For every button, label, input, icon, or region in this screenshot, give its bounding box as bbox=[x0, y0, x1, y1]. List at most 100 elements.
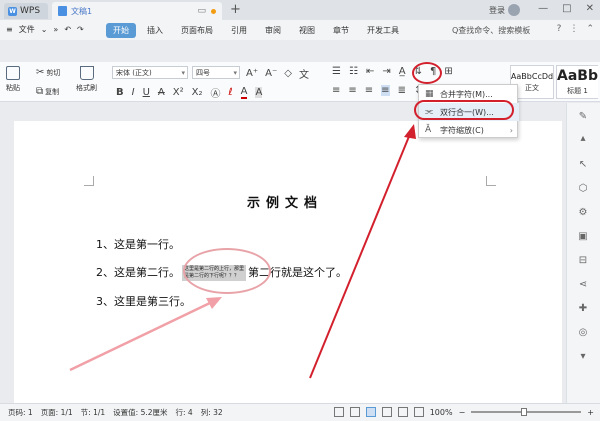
shapes-icon[interactable]: ⬡ bbox=[577, 183, 589, 195]
tab-chapter[interactable]: 章节 bbox=[326, 23, 356, 38]
grow-font-icon[interactable]: A⁺ bbox=[246, 68, 258, 79]
document-title: 示例文档 bbox=[246, 196, 323, 211]
tools-icon[interactable]: ✚ bbox=[577, 303, 589, 315]
strikethrough-button[interactable]: A bbox=[158, 87, 165, 98]
help-icon[interactable]: ? bbox=[557, 24, 562, 34]
shrink-font-icon[interactable]: A⁻ bbox=[265, 68, 277, 79]
bullet-list-icon[interactable]: ☰ bbox=[332, 66, 341, 77]
decrease-indent-icon[interactable]: ⇤ bbox=[366, 66, 374, 77]
justify-icon[interactable]: ≡ bbox=[381, 85, 390, 96]
italic-button[interactable]: I bbox=[132, 87, 135, 98]
hamburger-icon[interactable]: ≡ bbox=[6, 25, 13, 34]
zoom-level[interactable]: 100% bbox=[430, 408, 453, 417]
more-icon[interactable]: ⋮ bbox=[569, 24, 578, 34]
redo-icon[interactable]: ↷ bbox=[77, 25, 84, 34]
font-size-select[interactable]: 四号 ▾ bbox=[192, 66, 240, 79]
tab-page-layout[interactable]: 页面布局 bbox=[174, 23, 220, 38]
undo-icon[interactable]: ↶ bbox=[64, 25, 71, 34]
chevron-down-icon: ▾ bbox=[233, 68, 237, 77]
cut-button[interactable]: ✂ 剪切 bbox=[36, 67, 60, 78]
app-tab-label: WPS bbox=[20, 6, 41, 16]
font-color-icon[interactable]: A bbox=[240, 86, 248, 99]
view-page-icon[interactable] bbox=[365, 407, 376, 417]
scissors-icon: ✂ bbox=[36, 67, 45, 78]
status-bar: 页码: 1 页面: 1/1 节: 1/1 设置值: 5.2厘米 行: 4 列: … bbox=[0, 403, 600, 421]
view-eye-icon[interactable] bbox=[413, 407, 424, 417]
login-area[interactable]: 登录 bbox=[489, 4, 520, 16]
number-list-icon[interactable]: ☷ bbox=[349, 66, 358, 77]
tab-review[interactable]: 审阅 bbox=[258, 23, 288, 38]
chevron-down-icon[interactable]: ⌄ bbox=[41, 25, 48, 34]
bold-button[interactable]: B bbox=[116, 87, 124, 98]
grid-icon[interactable]: ⊟ bbox=[577, 255, 589, 267]
font-name-select[interactable]: 宋体 (正文) ▾ bbox=[112, 66, 188, 79]
tab-home[interactable]: 开始 bbox=[106, 23, 136, 38]
image-icon[interactable]: ▣ bbox=[577, 231, 589, 243]
pen-icon[interactable]: ✎ bbox=[577, 111, 589, 123]
view-outline-icon[interactable] bbox=[381, 407, 392, 417]
tab-insert[interactable]: 插入 bbox=[140, 23, 170, 38]
zoom-slider-handle[interactable] bbox=[521, 408, 528, 416]
scroll-up-icon[interactable]: ▴ bbox=[577, 133, 589, 145]
menu-item-char-scale[interactable]: Ȁ 字符缩放(C) › bbox=[419, 121, 519, 139]
zoom-out-button[interactable]: − bbox=[459, 408, 466, 417]
status-page: 页面: 1/1 bbox=[40, 408, 73, 417]
tab-developer[interactable]: 开发工具 bbox=[360, 23, 406, 38]
paste-button[interactable]: 粘贴 bbox=[6, 66, 20, 93]
collapse-ribbon-icon[interactable]: ⌃ bbox=[586, 24, 594, 34]
tab-references[interactable]: 引用 bbox=[224, 23, 254, 38]
margin-corner-top-left bbox=[84, 176, 94, 186]
underline-button[interactable]: U bbox=[143, 87, 150, 98]
align-left-icon[interactable]: ≡ bbox=[332, 85, 340, 96]
highlight-icon[interactable]: ℓ bbox=[228, 87, 232, 98]
two-line-highlight bbox=[183, 248, 271, 294]
superscript-button[interactable]: X² bbox=[173, 87, 184, 98]
copy-button[interactable]: ⧉ 复制 bbox=[36, 86, 59, 97]
clipboard-icon bbox=[6, 66, 20, 80]
drop-icon[interactable]: ◎ bbox=[577, 327, 589, 339]
distributed-icon[interactable]: ≣ bbox=[398, 85, 406, 96]
app-tab[interactable]: W WPS bbox=[4, 3, 48, 19]
view-focus-icon[interactable] bbox=[333, 407, 344, 417]
command-search[interactable]: Q查找命令、搜索模板 bbox=[452, 25, 530, 36]
char-shading-icon[interactable]: A bbox=[255, 87, 263, 98]
share-icon[interactable]: ⋖ bbox=[577, 279, 589, 291]
document-page[interactable] bbox=[14, 121, 562, 403]
table-border-icon[interactable]: ⊞ bbox=[444, 66, 452, 77]
tab-view[interactable]: 视图 bbox=[292, 23, 322, 38]
chevron-down-icon: ▾ bbox=[181, 68, 185, 77]
login-label: 登录 bbox=[489, 5, 505, 15]
new-tab-button[interactable]: + bbox=[230, 2, 241, 17]
view-web-icon[interactable] bbox=[397, 407, 408, 417]
monitor-icon[interactable]: ▭ bbox=[197, 6, 206, 16]
zoom-in-button[interactable]: + bbox=[587, 408, 594, 417]
increase-indent-icon[interactable]: ⇥ bbox=[382, 66, 390, 77]
style-heading-1[interactable]: AaBb 标题 1 bbox=[556, 65, 598, 99]
minimize-button[interactable]: — bbox=[538, 3, 548, 14]
cursor-icon[interactable]: ↖ bbox=[577, 159, 589, 171]
clear-format-icon[interactable]: ◇ bbox=[284, 68, 292, 79]
status-section: 节: 1/1 bbox=[80, 408, 106, 417]
document-line-1: 1、这是第一行。 bbox=[96, 238, 180, 251]
title-bar: W WPS 文稿1 ▭ + 登录 — □ ✕ bbox=[0, 0, 600, 20]
sliders-icon[interactable]: ⚙ bbox=[577, 207, 589, 219]
brush-icon bbox=[79, 66, 94, 80]
avatar-icon bbox=[508, 4, 520, 16]
document-tab[interactable]: 文稿1 ▭ bbox=[52, 2, 222, 20]
chinese-layout-icon[interactable]: A̲ bbox=[399, 66, 406, 77]
align-center-icon[interactable]: ≡ bbox=[348, 85, 356, 96]
close-button[interactable]: ✕ bbox=[586, 3, 594, 14]
double-chevron-icon[interactable]: » bbox=[53, 25, 58, 34]
view-reading-icon[interactable] bbox=[349, 407, 360, 417]
scroll-down-icon[interactable]: ▾ bbox=[577, 351, 589, 363]
subscript-button[interactable]: X₂ bbox=[192, 87, 203, 98]
file-menu[interactable]: 文件 bbox=[19, 24, 35, 35]
align-right-icon[interactable]: ≡ bbox=[365, 85, 373, 96]
pinyin-icon[interactable]: 文 bbox=[299, 66, 309, 81]
format-painter-button[interactable]: 格式刷 bbox=[76, 66, 97, 93]
text-effect-icon[interactable]: Ⓐ bbox=[210, 85, 220, 100]
maximize-button[interactable]: □ bbox=[562, 3, 571, 14]
merge-chars-icon: ▦ bbox=[425, 89, 434, 99]
ribbon-tabs: 开始 插入 页面布局 引用 审阅 视图 章节 开发工具 bbox=[106, 23, 406, 38]
zoom-slider[interactable] bbox=[471, 408, 582, 416]
